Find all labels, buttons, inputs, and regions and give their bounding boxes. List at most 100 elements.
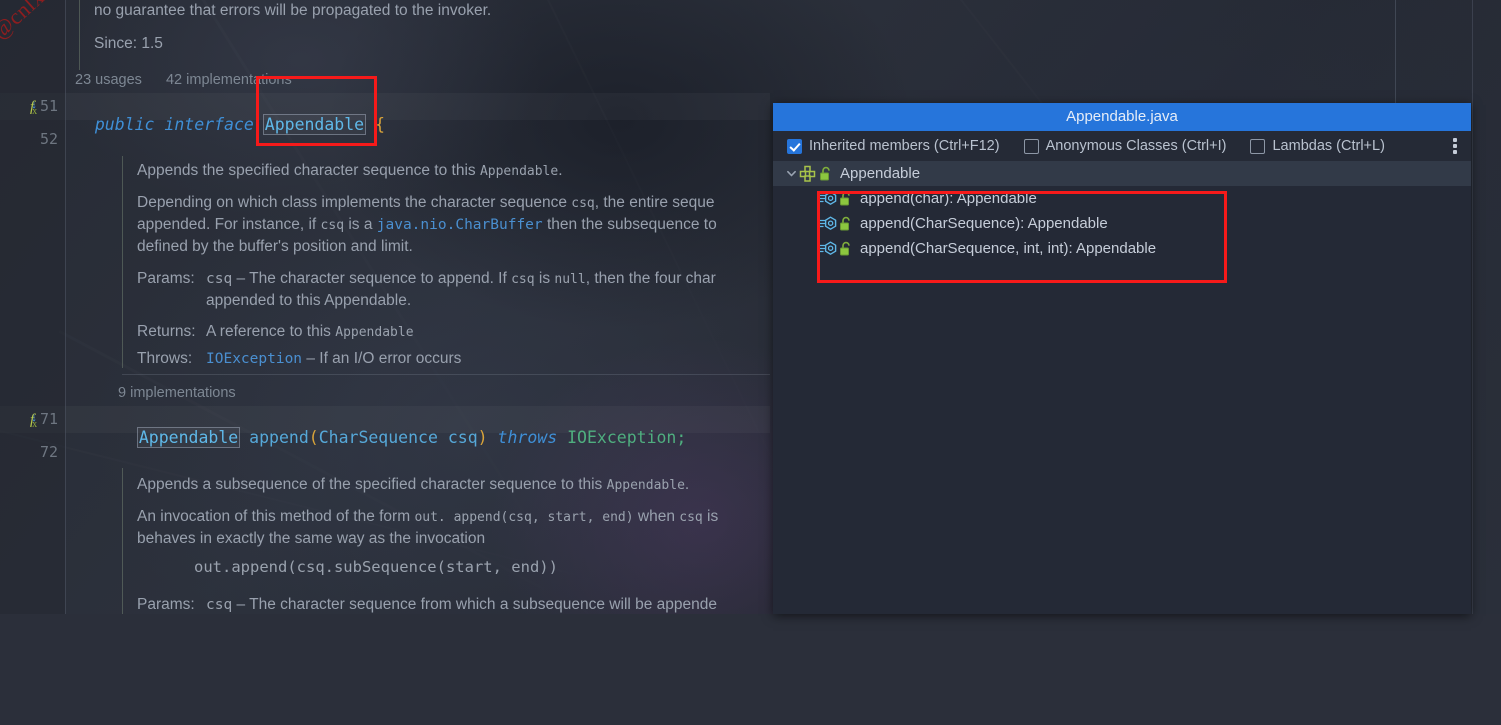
checkbox-anonymous-classes-box[interactable]: [1023, 138, 1039, 154]
public-lock-icon: [839, 241, 852, 257]
abstract-method-icon: [819, 215, 837, 232]
text: , the entire seque: [594, 194, 715, 211]
text: – If an I/O error occurs: [302, 350, 462, 367]
public-lock-icon: [819, 166, 832, 182]
text: A reference to this: [206, 323, 336, 340]
inline-code: null: [554, 272, 586, 287]
tree-row-method[interactable]: append(CharSequence, int, int): Appendab…: [773, 236, 1471, 261]
javadoc-method-p1: Appends a subsequence of the specified c…: [137, 474, 689, 496]
keyword-throws: throws: [497, 428, 558, 447]
interface-icon: [799, 165, 816, 182]
javadoc-method-params-value: csq – The character sequence from which …: [206, 594, 717, 616]
javadoc-method-p2-l1: An invocation of this method of the form…: [137, 506, 718, 528]
chevron-down-icon[interactable]: [783, 166, 799, 182]
inline-code: Appendable: [606, 478, 685, 493]
inline-code: csq: [679, 510, 703, 525]
text: appended. For instance, if: [137, 216, 321, 233]
line-number-52: 52: [39, 130, 58, 148]
editor-gutter[interactable]: [0, 0, 66, 614]
param-name: csq: [206, 597, 233, 613]
text: is: [702, 508, 719, 525]
open-brace: {: [375, 115, 385, 134]
javadoc-top-line1: no guarantee that errors will be propaga…: [94, 2, 492, 19]
checkbox-lambdas-box[interactable]: [1250, 138, 1266, 154]
text: Depending on which class implements the …: [137, 194, 572, 211]
javadoc-iface-params-line2: appended to this Appendable.: [206, 292, 412, 309]
javadoc-left-bar-method: [122, 468, 123, 614]
tree-label-append-char: append(char): Appendable: [860, 190, 1037, 207]
abstract-method-icon: [819, 240, 837, 257]
javadoc-link-ioexception[interactable]: IOException: [206, 351, 302, 367]
javadoc-method-p2-l2: behaves in exactly the same way as the i…: [137, 530, 486, 547]
keyword-public: public: [94, 115, 155, 134]
kebab-menu-icon[interactable]: [1453, 138, 1457, 154]
param-name: csq: [447, 428, 478, 447]
javadoc-link-charbuffer[interactable]: java.nio.CharBuffer: [377, 217, 543, 233]
tree-row-appendable[interactable]: Appendable: [773, 161, 1471, 186]
method-name[interactable]: append: [249, 428, 309, 447]
text: .: [558, 162, 563, 179]
checkbox-inherited-members-box[interactable]: [787, 138, 802, 154]
structure-tree[interactable]: Appendable append(char): Appendable appe…: [773, 161, 1471, 261]
implemented-method-marker-icon[interactable]: f↓x: [30, 410, 52, 430]
javadoc-left-bar-top: [79, 0, 80, 70]
javadoc-method-params-label: Params:: [137, 596, 195, 613]
code-snippet: out.append(csq.subSequence(start, end)): [194, 558, 558, 576]
checkbox-inherited-members[interactable]: Inherited members (Ctrl+F12): [787, 138, 1000, 154]
popup-title: Appendable.java: [773, 103, 1471, 131]
text: .: [684, 476, 690, 493]
checkbox-anonymous-classes-label: Anonymous Classes (Ctrl+I): [1045, 138, 1227, 154]
keyword-interface: interface: [164, 115, 254, 134]
editor-right-edge: [1472, 0, 1473, 614]
implementations-count[interactable]: 42 implementations: [166, 72, 292, 88]
text: , then the four char: [585, 270, 716, 287]
interface-declaration-line: public interface Appendable {: [75, 96, 385, 135]
method-implementations-hint[interactable]: 9 implementations: [118, 385, 236, 401]
text: Appends a subsequence of the specified c…: [137, 476, 607, 493]
gutter-divider: [65, 0, 66, 614]
close-paren: ): [477, 428, 488, 447]
text: is: [534, 270, 555, 287]
javadoc-iface-p2-l3: defined by the buffer's position and lim…: [137, 238, 413, 255]
javadoc-iface-throws-label: Throws:: [137, 350, 193, 367]
javadoc-iface-params-line1: csq – The character sequence to append. …: [206, 268, 716, 290]
inline-code: csq: [320, 218, 345, 233]
file-structure-popup[interactable]: Appendable.java Inherited members (Ctrl+…: [773, 103, 1471, 614]
inline-code: out. append(csq, start, end): [414, 510, 634, 525]
inline-code: Appendable: [479, 164, 559, 179]
text: – The character sequence to append. If: [232, 270, 512, 287]
javadoc-iface-p2-l2: appended. For instance, if csq is a java…: [137, 214, 717, 236]
param-name: csq: [206, 271, 233, 287]
inline-code: csq: [571, 196, 595, 211]
javadoc-iface-p2-l1: Depending on which class implements the …: [137, 192, 715, 214]
exception-type: IOException;: [567, 428, 687, 447]
tree-label-append-charsequence-int-int: append(CharSequence, int, int): Appendab…: [860, 240, 1157, 257]
editor-vertical-guide-1: [1395, 0, 1396, 103]
implemented-method-marker-icon[interactable]: f↓x: [30, 97, 52, 117]
method-return-type[interactable]: Appendable: [136, 427, 241, 448]
javadoc-left-bar-interface: [122, 156, 123, 368]
tree-label-appendable: Appendable: [840, 165, 921, 182]
usages-count[interactable]: 23 usages: [75, 72, 142, 88]
checkbox-inherited-members-label: Inherited members (Ctrl+F12): [809, 138, 1000, 154]
text: then the subsequence to: [542, 216, 717, 233]
public-lock-icon: [839, 191, 852, 207]
javadoc-iface-p1: Appends the specified character sequence…: [137, 160, 563, 182]
interface-name[interactable]: Appendable: [262, 114, 367, 135]
inline-code: csq: [511, 272, 535, 287]
tree-label-append-charsequence: append(CharSequence): Appendable: [860, 215, 1108, 232]
javadoc-iface-returns-label: Returns:: [137, 323, 196, 340]
line-number-72: 72: [39, 443, 58, 461]
open-paren: (: [308, 428, 319, 447]
popup-toolbar[interactable]: Inherited members (Ctrl+F12) Anonymous C…: [773, 131, 1471, 161]
text: when: [633, 508, 680, 525]
abstract-method-icon: [819, 190, 837, 207]
javadoc-method-code-block: out.append(csq.subSequence(start, end)): [194, 557, 558, 578]
tree-row-method[interactable]: append(CharSequence): Appendable: [773, 211, 1471, 236]
checkbox-lambdas-label: Lambdas (Ctrl+L): [1272, 138, 1385, 154]
checkbox-lambdas[interactable]: Lambdas (Ctrl+L): [1250, 138, 1385, 154]
public-lock-icon: [839, 216, 852, 232]
tree-row-method[interactable]: append(char): Appendable: [773, 186, 1471, 211]
checkbox-anonymous-classes[interactable]: Anonymous Classes (Ctrl+I): [1023, 138, 1227, 154]
javadoc-iface-throws-value: IOException – If an I/O error occurs: [206, 348, 461, 370]
